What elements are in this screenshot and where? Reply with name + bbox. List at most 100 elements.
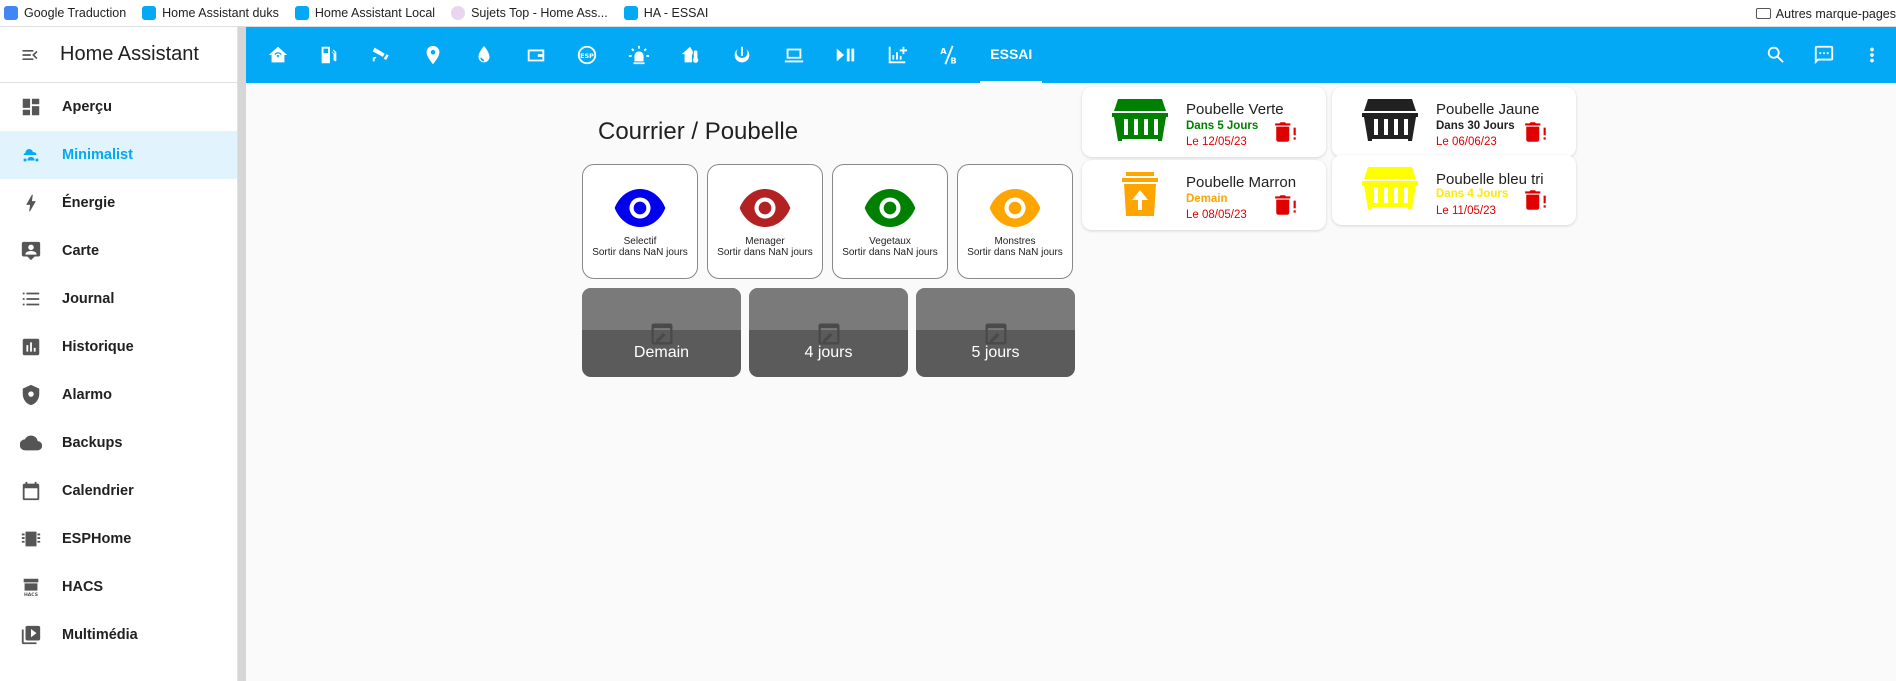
- collection-card-selectif[interactable]: Selectif Sortir dans NaN jours: [582, 164, 698, 279]
- sidebar-item-multimedia[interactable]: Multimédia: [0, 611, 237, 659]
- view-tab-essai[interactable]: ESSAI: [980, 27, 1043, 83]
- sidebar-item-label: Multimédia: [62, 627, 138, 643]
- collection-card-menager[interactable]: Menager Sortir dans NaN jours: [707, 164, 823, 279]
- fuel-icon: [322, 46, 337, 64]
- bin-card-verte[interactable]: Poubelle Verte Dans 5 Jours Le 12/05/23: [1082, 87, 1326, 157]
- bin-card-jaune[interactable]: Poubelle Jaune Dans 30 Jours Le 06/06/23: [1332, 87, 1576, 157]
- other-bookmarks[interactable]: Autres marque-pages: [1755, 0, 1896, 27]
- card-name: Monstres: [994, 236, 1036, 247]
- search-button[interactable]: [1752, 27, 1800, 83]
- bookmark-ha-local[interactable]: Home Assistant Local: [294, 6, 436, 20]
- sidebar-item-label: Carte: [62, 243, 100, 259]
- card-subtitle: Sortir dans NaN jours: [592, 247, 688, 258]
- bin-countdown: Dans 5 Jours: [1186, 120, 1259, 132]
- bookmark-ha-duks[interactable]: Home Assistant duks: [142, 6, 279, 20]
- view-tab-map[interactable]: [407, 27, 459, 83]
- top-app-bar: ESP AB ESSAI: [246, 27, 1896, 83]
- view-tab-home-wifi[interactable]: [252, 27, 304, 83]
- collection-card-monstres[interactable]: Monstres Sortir dans NaN jours: [957, 164, 1073, 279]
- sidebar-scrollbar[interactable]: [238, 27, 246, 681]
- countdown-card-demain[interactable]: Demain: [582, 288, 741, 377]
- more-options-button[interactable]: [1848, 27, 1896, 83]
- sidebar-item-esphome[interactable]: ESPHome: [0, 515, 237, 563]
- bookmarks-bar: Google Traduction Home Assistant duks Ho…: [0, 0, 1896, 27]
- view-tab-cctv[interactable]: [355, 27, 407, 83]
- view-tab-alarm-light[interactable]: [613, 27, 665, 83]
- sidebar-header: Home Assistant: [0, 27, 237, 83]
- view-tab-water[interactable]: [458, 27, 510, 83]
- list-icon: [22, 292, 40, 306]
- bookmark-label: Sujets Top - Home Ass...: [471, 6, 608, 20]
- dumpster-icon: [1112, 99, 1168, 141]
- chart-plus-icon: [888, 46, 908, 64]
- card-name: Selectif: [623, 236, 657, 247]
- sidebar-items: Aperçu Minimalist Énergie Carte Journal …: [0, 83, 237, 659]
- dumpster-icon: [1362, 99, 1418, 141]
- view-tab-power[interactable]: [716, 27, 768, 83]
- sidebar-item-carte[interactable]: Carte: [0, 227, 237, 275]
- bin-name: Poubelle Jaune: [1436, 101, 1540, 118]
- view-tab-home-thermometer[interactable]: [665, 27, 717, 83]
- card-subtitle: Sortir dans NaN jours: [967, 247, 1063, 258]
- delete-alert-icon: [1525, 122, 1546, 142]
- sidebar-item-hacs[interactable]: HACS HACS: [0, 563, 237, 611]
- dashboard-icon: [22, 98, 40, 116]
- map-account-icon: [21, 241, 41, 261]
- sidebar-item-backups[interactable]: Backups: [0, 419, 237, 467]
- view-tab-wallet[interactable]: [510, 27, 562, 83]
- bin-countdown: Dans 30 Jours: [1436, 120, 1515, 132]
- bin-date: Le 12/05/23: [1186, 136, 1247, 148]
- sidebar-item-energie[interactable]: Énergie: [0, 179, 237, 227]
- collection-card-vegetaux[interactable]: Vegetaux Sortir dans NaN jours: [832, 164, 948, 279]
- sidebar-item-label: Minimalist: [62, 147, 133, 163]
- sidebar-item-label: ESPHome: [62, 531, 132, 547]
- sidebar-item-label: HACS: [62, 579, 104, 595]
- view-tab-chart-plus[interactable]: [871, 27, 923, 83]
- calendar-icon: [22, 481, 40, 501]
- home-assistant-icon: [623, 6, 638, 20]
- bookmark-label: Home Assistant duks: [162, 6, 279, 20]
- bin-name: Poubelle Verte: [1186, 101, 1284, 118]
- sidebar-item-historique[interactable]: Historique: [0, 323, 237, 371]
- sidebar-item-apercu[interactable]: Aperçu: [0, 83, 237, 131]
- sidebar: Home Assistant Aperçu Minimalist Énergie…: [0, 27, 238, 681]
- svg-text:B: B: [950, 55, 956, 65]
- view-tab-esp[interactable]: ESP: [562, 27, 614, 83]
- forum-icon: [451, 6, 466, 20]
- bookmark-sujets-top[interactable]: Sujets Top - Home Ass...: [451, 6, 608, 20]
- view-tab-laptop[interactable]: [768, 27, 820, 83]
- countdown-card-4-jours[interactable]: 4 jours: [749, 288, 908, 377]
- delete-alert-icon: [1275, 195, 1296, 215]
- countdown-card-5-jours[interactable]: 5 jours: [916, 288, 1075, 377]
- bookmark-label: Home Assistant Local: [314, 6, 436, 20]
- card-subtitle: Sortir dans NaN jours: [717, 247, 813, 258]
- home-wifi-icon: [268, 46, 287, 63]
- countdown-label: 4 jours: [804, 344, 853, 361]
- sidebar-item-calendrier[interactable]: Calendrier: [0, 467, 237, 515]
- card-subtitle: Sortir dans NaN jours: [842, 247, 938, 258]
- recycle-bin-icon: [1122, 172, 1158, 216]
- menu-toggle-button[interactable]: [0, 45, 60, 65]
- bin-name: Poubelle Marron: [1186, 174, 1297, 191]
- card-name: Menager: [745, 236, 785, 247]
- view-tab-ab-testing[interactable]: AB: [923, 27, 975, 83]
- view-tab-fuel[interactable]: [304, 27, 356, 83]
- assist-button[interactable]: [1800, 27, 1848, 83]
- bin-card-marron[interactable]: Poubelle Marron Demain Le 08/05/23: [1082, 160, 1326, 230]
- sidebar-item-alarmo[interactable]: Alarmo: [0, 371, 237, 419]
- lightning-icon: [26, 194, 36, 212]
- play-pause-icon: [837, 48, 855, 62]
- eye-icon: [989, 189, 1041, 227]
- sidebar-item-journal[interactable]: Journal: [0, 275, 237, 323]
- laptop-icon: [784, 48, 803, 63]
- delete-alert-icon: [1275, 122, 1296, 142]
- sidebar-item-minimalist[interactable]: Minimalist: [0, 131, 237, 179]
- bin-card-bleu-tri[interactable]: Poubelle bleu tri Dans 4 Jours Le 11/05/…: [1332, 155, 1576, 225]
- svg-text:A: A: [940, 46, 947, 56]
- chart-box-icon: [22, 338, 40, 356]
- bookmark-google-traduction[interactable]: Google Traduction: [4, 6, 126, 20]
- folder-icon: [1755, 8, 1771, 19]
- countdown-label: Demain: [633, 344, 690, 361]
- bookmark-ha-essai[interactable]: HA - ESSAI: [623, 6, 708, 20]
- view-tab-play-pause[interactable]: [820, 27, 872, 83]
